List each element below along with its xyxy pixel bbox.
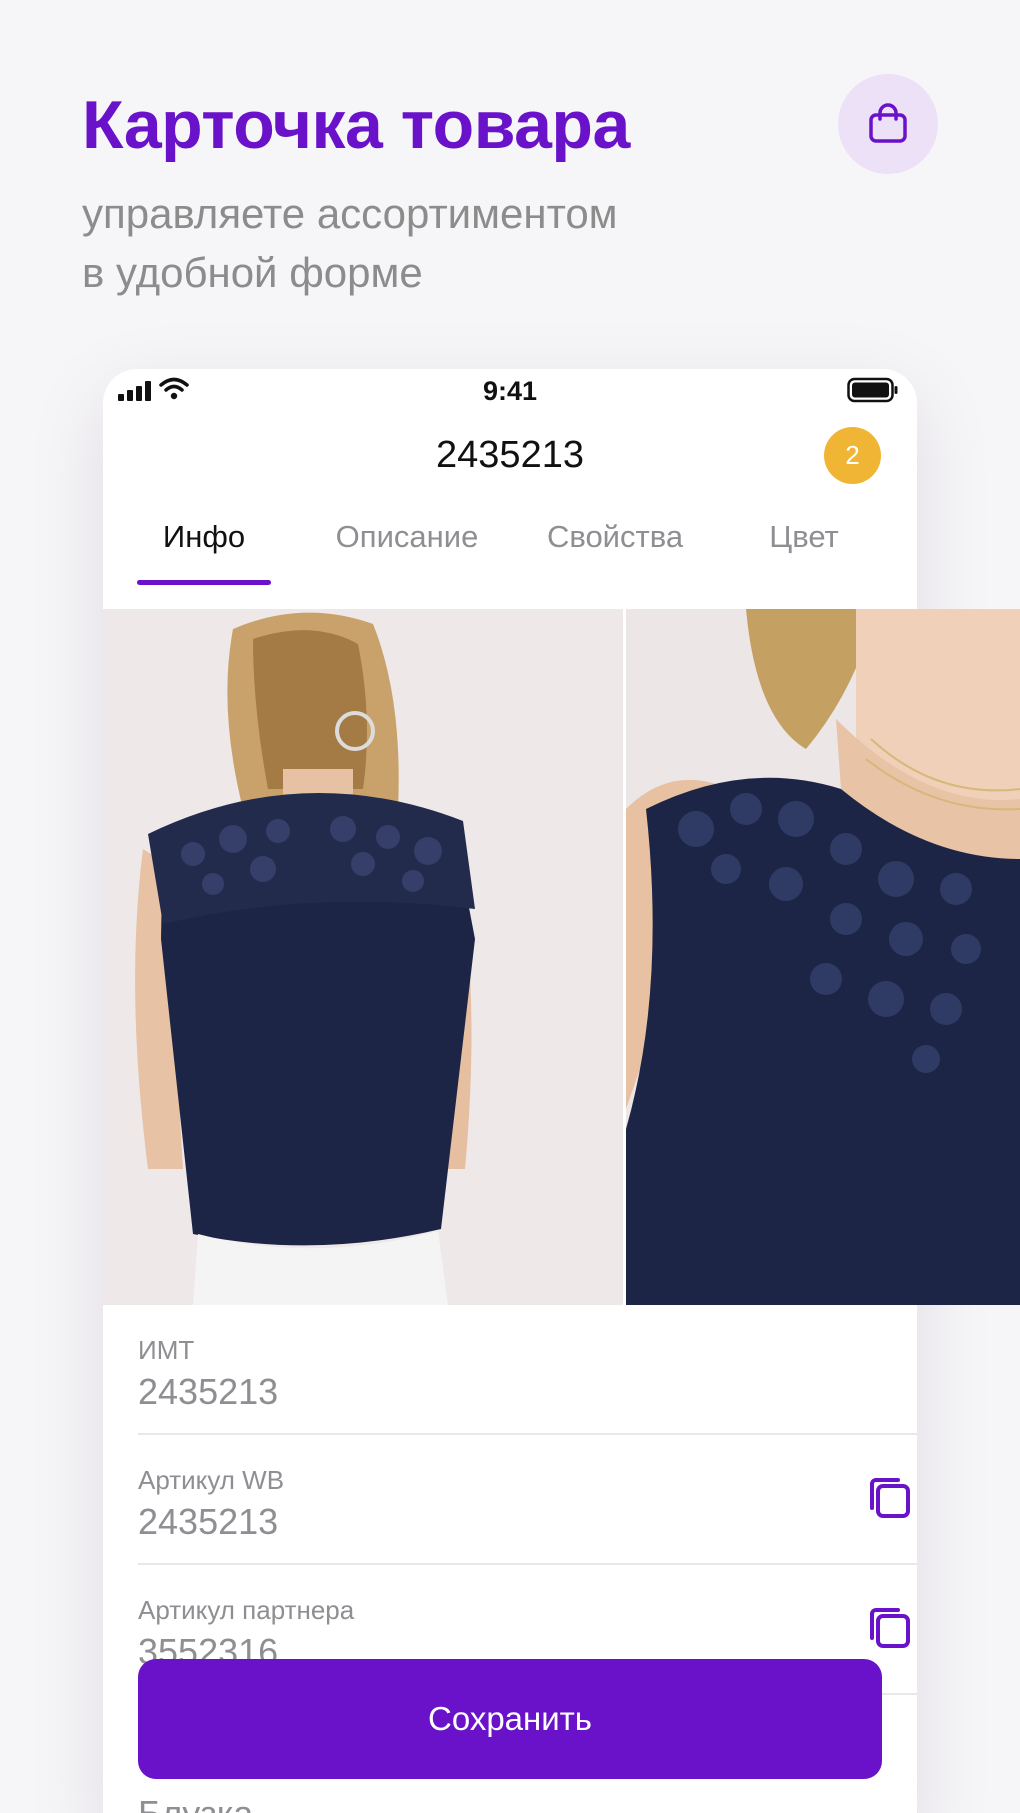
- save-button[interactable]: Сохранить: [138, 1659, 882, 1779]
- tab-bar: Инфо Описание Свойства Цвет: [103, 519, 917, 575]
- field-value: 2435213: [138, 1501, 279, 1542]
- copy-icon[interactable]: [866, 1474, 914, 1522]
- shopping-bag-button[interactable]: [838, 74, 938, 174]
- field-label: Артикул партнера: [138, 1595, 355, 1625]
- copy-icon[interactable]: [866, 1604, 914, 1652]
- tab-info[interactable]: Инфо: [137, 519, 271, 555]
- partial-field-value: Блузка: [138, 1793, 253, 1813]
- photo-gallery[interactable]: [103, 609, 1020, 1305]
- battery-icon: [847, 377, 898, 403]
- field-value: 2435213: [138, 1371, 279, 1412]
- phone-screen: 9:41 2435213 2 Инфо Описание Свойства Цв…: [103, 369, 1020, 1813]
- blouse-back-photo[interactable]: [103, 609, 623, 1305]
- tab-properties[interactable]: Свойства: [531, 519, 699, 555]
- field-label: ИМТ: [138, 1335, 195, 1365]
- tab-color[interactable]: Цвет: [737, 519, 871, 555]
- promo-subtitle: управляете ассортиментом в удобной форме: [82, 190, 618, 296]
- promo-title: Карточка товара: [82, 87, 630, 163]
- active-tab-indicator: [137, 580, 271, 585]
- status-bar: 9:41: [103, 369, 917, 419]
- field-article-wb: Артикул WB 2435213: [138, 1435, 917, 1565]
- status-time: 9:41: [482, 376, 538, 406]
- tab-description[interactable]: Описание: [323, 519, 491, 555]
- field-imt: ИМТ 2435213: [138, 1305, 917, 1435]
- shopping-bag-icon: [869, 103, 907, 143]
- blouse-front-lace-photo[interactable]: [626, 609, 1020, 1305]
- nav-title: 2435213: [436, 434, 584, 476]
- counter-badge[interactable]: 2: [824, 427, 881, 484]
- field-label: Артикул WB: [138, 1465, 285, 1495]
